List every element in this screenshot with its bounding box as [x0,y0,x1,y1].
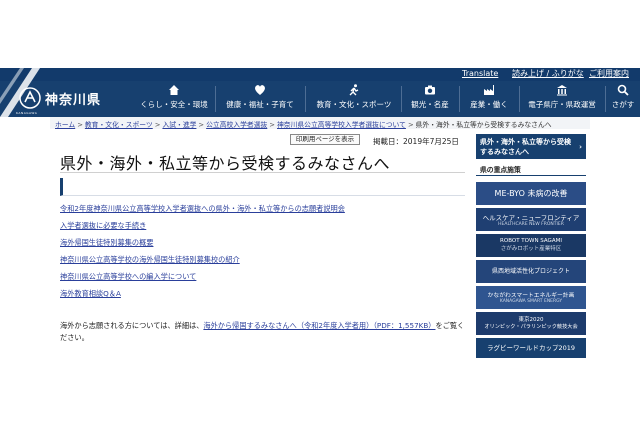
banner-smart-energy[interactable]: かながわスマートエネルギー計画 KANAGAWA SMART ENERGY [476,286,586,309]
nav-item-label: 観光・名産 [411,100,449,109]
building-icon [557,85,567,96]
banner-kensei-project[interactable]: 県西地域活性化プロジェクト [476,260,586,283]
link-returnee-pdf[interactable]: 海外から帰国するみなさんへ（令和2年度入学者用）（PDF：1,557KB） [203,321,435,330]
nav-item-label: 健康・福祉・子育て [226,100,294,109]
usage-guide-link[interactable]: ご利用案内 [589,69,629,79]
link-returnee-overview[interactable]: 海外帰国生徒特別募集の概要 [60,238,153,248]
nav-divider [605,86,606,112]
link-transfer-admission[interactable]: 神奈川県公立高等学校への編入学について [60,272,196,282]
nav-item-search[interactable]: さがす [609,84,637,114]
chevron-right-icon: › [579,143,582,151]
nav-item-e-government[interactable]: 電子県庁・県政運営 [523,84,601,114]
link-briefing-session[interactable]: 令和2年度神奈川県公立高等学校入学者選抜への県外・海外・私立等からの志願者説明会 [60,204,345,214]
breadcrumb-admission[interactable]: 入試・進学 [162,121,196,129]
nav-item-living[interactable]: くらし・安全・環境 [136,84,212,114]
published-date: 掲載日：2019年7月25日 [373,137,459,146]
nav-divider [519,86,520,112]
nav-item-education[interactable]: 教育・文化・スポーツ [310,84,398,114]
nav-item-label: くらし・安全・環境 [140,100,208,109]
section-heading-box [60,178,465,196]
link-procedures[interactable]: 入学者選抜に必要な手続き [60,221,146,231]
breadcrumb-education[interactable]: 教育・文化・スポーツ [85,121,153,129]
home-icon [169,85,179,95]
banner-mebyo[interactable]: ME-BYO 未病の改善 [476,182,586,205]
link-returnee-schools[interactable]: 神奈川県公立高等学校の海外帰国生徒特別募集校の紹介 [60,255,240,265]
runner-icon [349,84,359,96]
nav-item-label: 電子県庁・県政運営 [528,100,596,109]
body-paragraph: 海外から志願される方については、詳細は、海外から帰国するみなさんへ（令和2年度入… [60,321,465,342]
title-divider [60,172,465,173]
nav-divider [305,86,306,112]
breadcrumb-current: 県外・海外・私立等から受検するみなさんへ [415,121,552,129]
nav-item-tourism[interactable]: 観光・名産 [405,84,455,114]
sidebar-current-page-link[interactable]: 県外・海外・私立等から受検するみなさんへ › [476,134,586,159]
right-margin [590,117,640,358]
banner-rugby-world-cup[interactable]: ラグビーワールドカップ2019 [476,338,586,358]
read-aloud-link[interactable]: 読み上げ / ふりがな [512,69,584,79]
nav-divider [215,86,216,112]
site-logo-text[interactable]: 神奈川県 [45,89,101,108]
nav-divider [401,86,402,112]
breadcrumb-selection[interactable]: 神奈川県公立高等学校入学者選抜について [277,121,406,129]
nav-item-health[interactable]: 健康・福祉・子育て [219,84,301,114]
search-icon [617,84,629,96]
camera-icon [425,85,435,95]
site-logo-subtext: KANAGAWA [16,111,38,115]
banner-tokyo-2020[interactable]: 東京2020 オリンピック・パラリンピック競技大会 [476,312,586,335]
nav-item-label: 産業・働く [470,100,508,109]
link-overseas-qa[interactable]: 海外教育相談Q＆A [60,289,121,299]
banner-robot-town[interactable]: ROBOT TOWN SAGAMI さがみロボット産業特区 [476,234,586,257]
nav-item-label: さがす [611,100,635,109]
nav-item-label: 教育・文化・スポーツ [316,100,392,109]
heart-cross-icon [255,85,265,95]
print-page-button[interactable]: 印刷用ページを表示 [290,134,360,145]
page-title: 県外・海外・私立等から受検するみなさんへ [60,154,391,173]
top-blank-area [0,0,640,68]
translate-link[interactable]: Translate [462,69,498,79]
breadcrumb: ホーム > 教育・文化・スポーツ > 入試・進学 > 公立高校入学者選抜 > 神奈川県公立高等学… [55,121,552,129]
sidebar-section-label: 県の重点施策 [476,165,586,176]
kanagawa-emblem-icon[interactable] [19,87,41,109]
nav-divider [459,86,460,112]
factory-icon [484,85,494,95]
breadcrumb-public-hs[interactable]: 公立高校入学者選抜 [206,121,267,129]
bottom-blank-area [0,358,640,426]
banner-healthcare-frontier[interactable]: ヘルスケア・ニューフロンティア HEALTHCARE NEW FRONTIER [476,208,586,231]
left-margin [0,117,50,358]
nav-item-industry[interactable]: 産業・働く [463,84,515,114]
breadcrumb-home[interactable]: ホーム [55,121,75,129]
